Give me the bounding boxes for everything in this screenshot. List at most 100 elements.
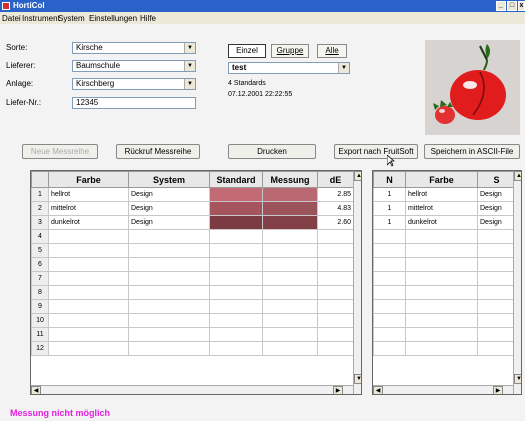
cell-system[interactable]: Design — [128, 187, 210, 202]
cell-standard-color[interactable] — [209, 271, 263, 286]
side-cell-s[interactable] — [477, 229, 516, 244]
cell-de[interactable] — [317, 271, 354, 286]
side-cell-farbe[interactable] — [405, 327, 478, 342]
standard-select[interactable]: test ▼ — [228, 62, 350, 74]
liefer-nr-input[interactable]: 12345 — [72, 97, 196, 109]
cell-messung-color[interactable] — [262, 215, 318, 230]
list-item[interactable] — [373, 299, 516, 314]
new-series-button[interactable]: Neue Messreihe — [22, 144, 98, 159]
side-cell-n[interactable] — [373, 299, 406, 314]
main-table-scrollbar[interactable]: ▲ ▼ — [353, 171, 361, 394]
side-cell-farbe[interactable] — [405, 285, 478, 300]
row-number[interactable]: 9 — [31, 299, 49, 314]
cell-system[interactable] — [128, 285, 210, 300]
cell-system[interactable] — [128, 243, 210, 258]
table-row[interactable]: 1 hellrot Design 2.85 — [31, 187, 354, 202]
cell-farbe[interactable] — [48, 327, 129, 342]
header-farbe[interactable]: Farbe — [48, 171, 129, 188]
side-cell-s[interactable] — [477, 299, 516, 314]
table-row[interactable]: 8 — [31, 285, 354, 300]
list-item[interactable] — [373, 285, 516, 300]
list-item[interactable]: 1 mittelrot Design — [373, 201, 516, 216]
row-number[interactable]: 6 — [31, 257, 49, 272]
print-button[interactable]: Drucken — [228, 144, 316, 159]
side-cell-farbe[interactable]: hellrot — [405, 187, 478, 202]
header-standard[interactable]: Standard — [209, 171, 263, 188]
cell-farbe[interactable] — [48, 257, 129, 272]
cell-standard-color[interactable] — [209, 187, 263, 202]
side-cell-s[interactable] — [477, 341, 516, 356]
scroll-left-icon[interactable]: ◀ — [373, 386, 383, 394]
cell-system[interactable]: Design — [128, 215, 210, 230]
side-cell-n[interactable]: 1 — [373, 187, 406, 202]
cell-messung-color[interactable] — [262, 243, 318, 258]
cell-de[interactable] — [317, 327, 354, 342]
side-cell-s[interactable] — [477, 313, 516, 328]
row-number[interactable]: 12 — [31, 341, 49, 356]
list-item[interactable]: 1 dunkelrot Design — [373, 215, 516, 230]
cell-de[interactable]: 2.60 — [317, 215, 354, 230]
scroll-up-icon[interactable]: ▲ — [514, 171, 521, 181]
side-cell-n[interactable]: 1 — [373, 215, 406, 230]
cell-farbe[interactable] — [48, 299, 129, 314]
sorte-select[interactable]: Kirsche ▼ — [72, 42, 196, 54]
list-item[interactable] — [373, 313, 516, 328]
cell-system[interactable] — [128, 257, 210, 272]
list-item[interactable]: 1 hellrot Design — [373, 187, 516, 202]
side-cell-n[interactable] — [373, 257, 406, 272]
cell-standard-color[interactable] — [209, 201, 263, 216]
side-cell-farbe[interactable] — [405, 341, 478, 356]
export-fruitsoft-button[interactable]: Export nach FruitSoft — [334, 144, 418, 159]
side-table-hscrollbar[interactable]: ◀ ▶ — [373, 385, 513, 394]
table-row[interactable]: 7 — [31, 271, 354, 286]
cell-standard-color[interactable] — [209, 229, 263, 244]
side-cell-farbe[interactable]: dunkelrot — [405, 215, 478, 230]
list-item[interactable] — [373, 243, 516, 258]
cell-messung-color[interactable] — [262, 271, 318, 286]
cell-de[interactable] — [317, 285, 354, 300]
cell-messung-color[interactable] — [262, 285, 318, 300]
table-row[interactable]: 3 dunkelrot Design 2.60 — [31, 215, 354, 230]
side-cell-s[interactable]: Design — [477, 215, 516, 230]
row-number[interactable]: 1 — [31, 187, 49, 202]
cell-farbe[interactable] — [48, 341, 129, 356]
cell-standard-color[interactable] — [209, 327, 263, 342]
cell-system[interactable] — [128, 229, 210, 244]
side-header-n[interactable]: N — [373, 171, 406, 188]
list-item[interactable] — [373, 229, 516, 244]
side-cell-n[interactable] — [373, 271, 406, 286]
menu-system[interactable]: System — [58, 14, 85, 23]
cell-system[interactable] — [128, 327, 210, 342]
side-cell-farbe[interactable] — [405, 299, 478, 314]
list-item[interactable] — [373, 271, 516, 286]
side-cell-s[interactable] — [477, 271, 516, 286]
cell-messung-color[interactable] — [262, 341, 318, 356]
table-row[interactable]: 10 — [31, 313, 354, 328]
cell-standard-color[interactable] — [209, 243, 263, 258]
row-number[interactable]: 2 — [31, 201, 49, 216]
header-de[interactable]: dE — [317, 171, 354, 188]
row-number[interactable]: 11 — [31, 327, 49, 342]
cell-farbe[interactable] — [48, 243, 129, 258]
cell-farbe[interactable] — [48, 313, 129, 328]
cell-de[interactable]: 2.85 — [317, 187, 354, 202]
header-messung[interactable]: Messung — [262, 171, 318, 188]
cell-messung-color[interactable] — [262, 299, 318, 314]
cell-farbe[interactable]: dunkelrot — [48, 215, 129, 230]
row-number[interactable]: 5 — [31, 243, 49, 258]
list-item[interactable] — [373, 327, 516, 342]
side-cell-n[interactable] — [373, 285, 406, 300]
row-number[interactable]: 7 — [31, 271, 49, 286]
side-header-farbe[interactable]: Farbe — [405, 171, 478, 188]
maximize-button[interactable]: □ — [507, 1, 517, 11]
side-cell-n[interactable] — [373, 313, 406, 328]
tab-alle[interactable]: Alle — [317, 44, 347, 58]
side-cell-n[interactable] — [373, 327, 406, 342]
side-cell-n[interactable]: 1 — [373, 201, 406, 216]
side-cell-n[interactable] — [373, 229, 406, 244]
cell-farbe[interactable] — [48, 271, 129, 286]
cell-standard-color[interactable] — [209, 257, 263, 272]
side-cell-farbe[interactable] — [405, 257, 478, 272]
anlage-select[interactable]: Kirschberg ▼ — [72, 78, 196, 90]
cell-standard-color[interactable] — [209, 285, 263, 300]
